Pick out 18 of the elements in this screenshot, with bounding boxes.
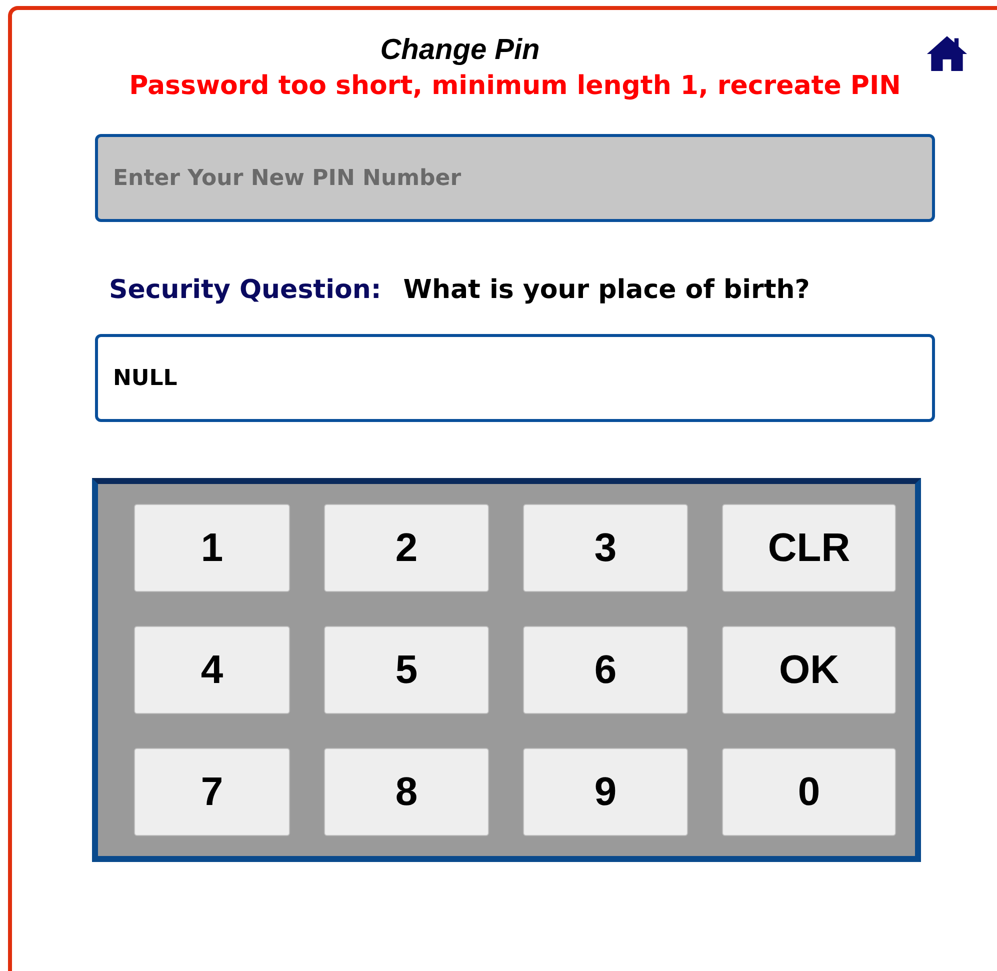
keypad-key[interactable]: 8 xyxy=(324,748,489,836)
keypad-key[interactable]: OK xyxy=(722,626,896,714)
keypad-key[interactable]: 0 xyxy=(722,748,896,836)
keypad-key[interactable]: 1 xyxy=(134,504,290,592)
security-question-text: What is your place of birth? xyxy=(403,275,810,305)
keypad-key[interactable]: 4 xyxy=(134,626,290,714)
keypad-key[interactable]: 3 xyxy=(523,504,688,592)
keypad-key[interactable]: 5 xyxy=(324,626,489,714)
home-icon[interactable] xyxy=(925,34,969,72)
keypad-key[interactable]: 9 xyxy=(523,748,688,836)
keypad-key[interactable]: 7 xyxy=(134,748,290,836)
error-message: Password too short, minimum length 1, recreate PIN xyxy=(128,70,902,103)
page-title: Change Pin xyxy=(380,33,540,68)
keypad-key[interactable]: 2 xyxy=(324,504,489,592)
security-question-label: Security Question: xyxy=(109,275,382,305)
keypad-key[interactable]: 6 xyxy=(523,626,688,714)
keypad-key[interactable]: CLR xyxy=(722,504,896,592)
answer-input-field[interactable]: NULL xyxy=(95,334,935,422)
